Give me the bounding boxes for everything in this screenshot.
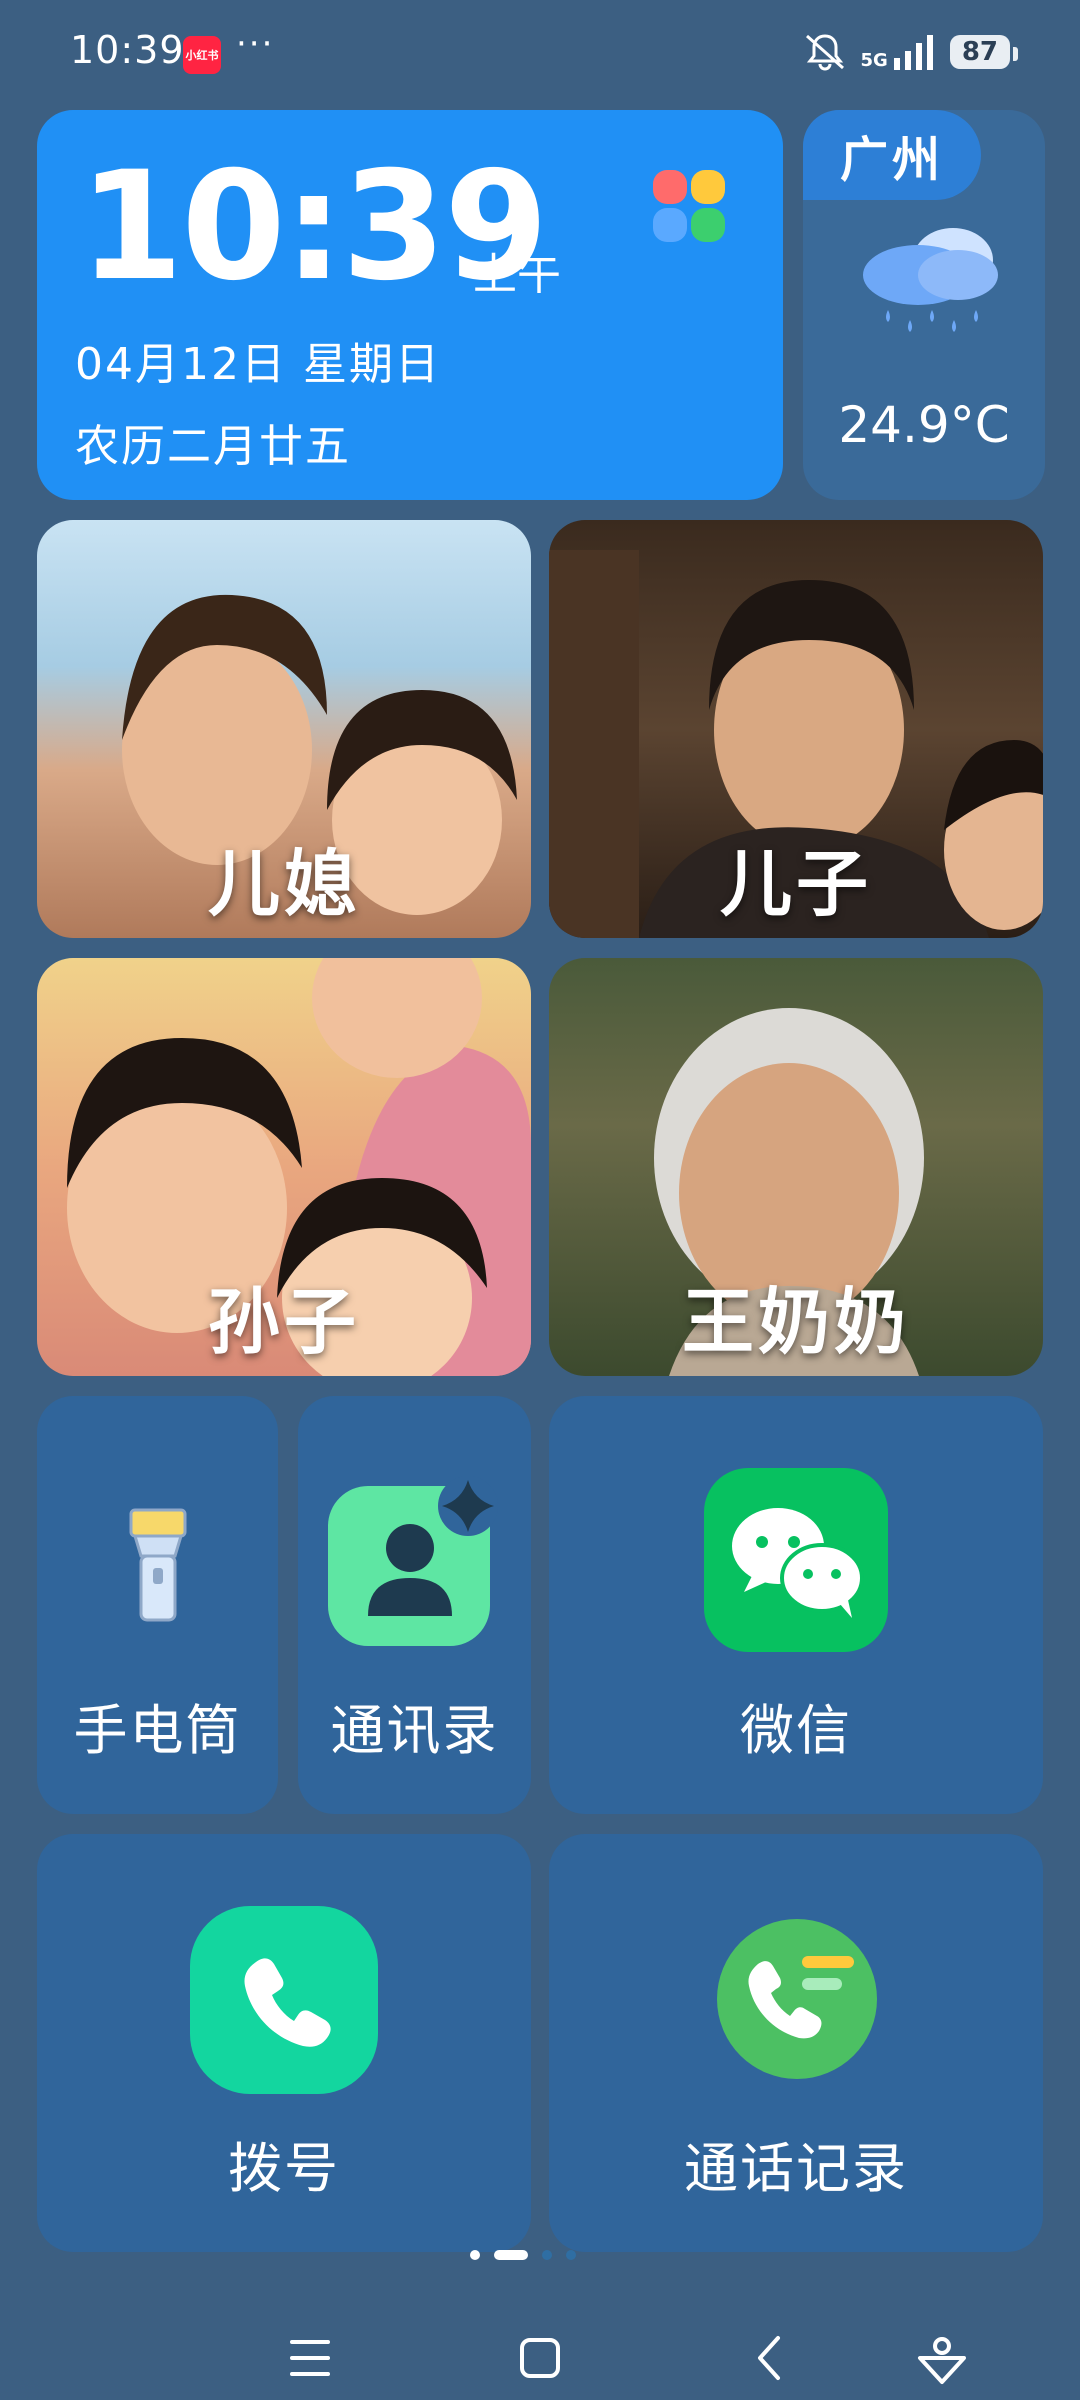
- status-time: 10:39: [70, 28, 185, 72]
- call-log-icon: [717, 1919, 877, 2079]
- page-indicator: [470, 2250, 576, 2260]
- clock-widget[interactable]: 10:39 上午 04月12日 星期日 农历二月廿五: [37, 110, 783, 500]
- lunar-date: 农历二月廿五: [75, 421, 351, 472]
- contact-tile-son[interactable]: 儿子: [549, 520, 1043, 938]
- navigation-bar: [0, 2300, 1080, 2400]
- battery-indicator: 87: [949, 35, 1019, 69]
- page-dot[interactable]: [470, 2250, 480, 2260]
- contact-name: 儿媳: [207, 842, 360, 926]
- wechat-tile[interactable]: 微信: [549, 1396, 1043, 1814]
- contact-name: 王奶奶: [681, 1280, 910, 1364]
- flashlight-icon: [129, 1508, 187, 1622]
- rain-cloud-icon: [863, 228, 998, 332]
- weather-widget[interactable]: 广州 24.9°C: [803, 110, 1045, 500]
- network-type: 5G: [860, 50, 888, 71]
- assistant-icon[interactable]: [912, 2328, 972, 2388]
- weather-temperature: 24.9°C: [838, 396, 1010, 454]
- call-log-label: 通话记录: [684, 2137, 908, 2200]
- xiaohongshu-notification-icon: 小红书: [183, 36, 221, 74]
- contact-name: 孙子: [207, 1280, 360, 1364]
- back-icon[interactable]: [740, 2328, 800, 2388]
- clock-ampm: 上午: [473, 249, 561, 300]
- more-notifications-icon: ···: [236, 24, 275, 64]
- contacts-app-icon: [328, 1476, 498, 1646]
- contacts-tile[interactable]: 通讯录: [298, 1396, 531, 1814]
- contacts-label: 通讯录: [330, 1699, 499, 1762]
- signal-icon: [893, 35, 933, 70]
- weather-city: 广州: [803, 110, 981, 200]
- dialer-label: 拨号: [228, 2137, 340, 2200]
- app-flower-icon[interactable]: [653, 170, 725, 242]
- wechat-label: 微信: [740, 1699, 852, 1762]
- page-dot[interactable]: [566, 2250, 576, 2260]
- page-dot-active[interactable]: [494, 2250, 528, 2260]
- call-log-tile[interactable]: 通话记录: [549, 1834, 1043, 2252]
- bell-muted-icon: [805, 34, 844, 71]
- wechat-icon: [704, 1468, 888, 1652]
- contact-tile-grandson[interactable]: 孙子: [37, 958, 531, 1376]
- flashlight-label: 手电筒: [73, 1699, 242, 1762]
- status-icons: 5G 87: [803, 32, 1019, 72]
- contact-tile-grandma-wang[interactable]: 王奶奶: [549, 958, 1043, 1376]
- flashlight-tile[interactable]: 手电筒: [37, 1396, 278, 1814]
- contact-name: 儿子: [719, 842, 872, 926]
- dialer-tile[interactable]: 拨号: [37, 1834, 531, 2252]
- clock-date: 04月12日 星期日: [75, 339, 441, 390]
- contact-tile-daughter-in-law[interactable]: 儿媳: [37, 520, 531, 938]
- home-icon[interactable]: [510, 2328, 570, 2388]
- phone-icon: [190, 1906, 378, 2094]
- menu-icon[interactable]: [280, 2328, 340, 2388]
- page-dot[interactable]: [542, 2250, 552, 2260]
